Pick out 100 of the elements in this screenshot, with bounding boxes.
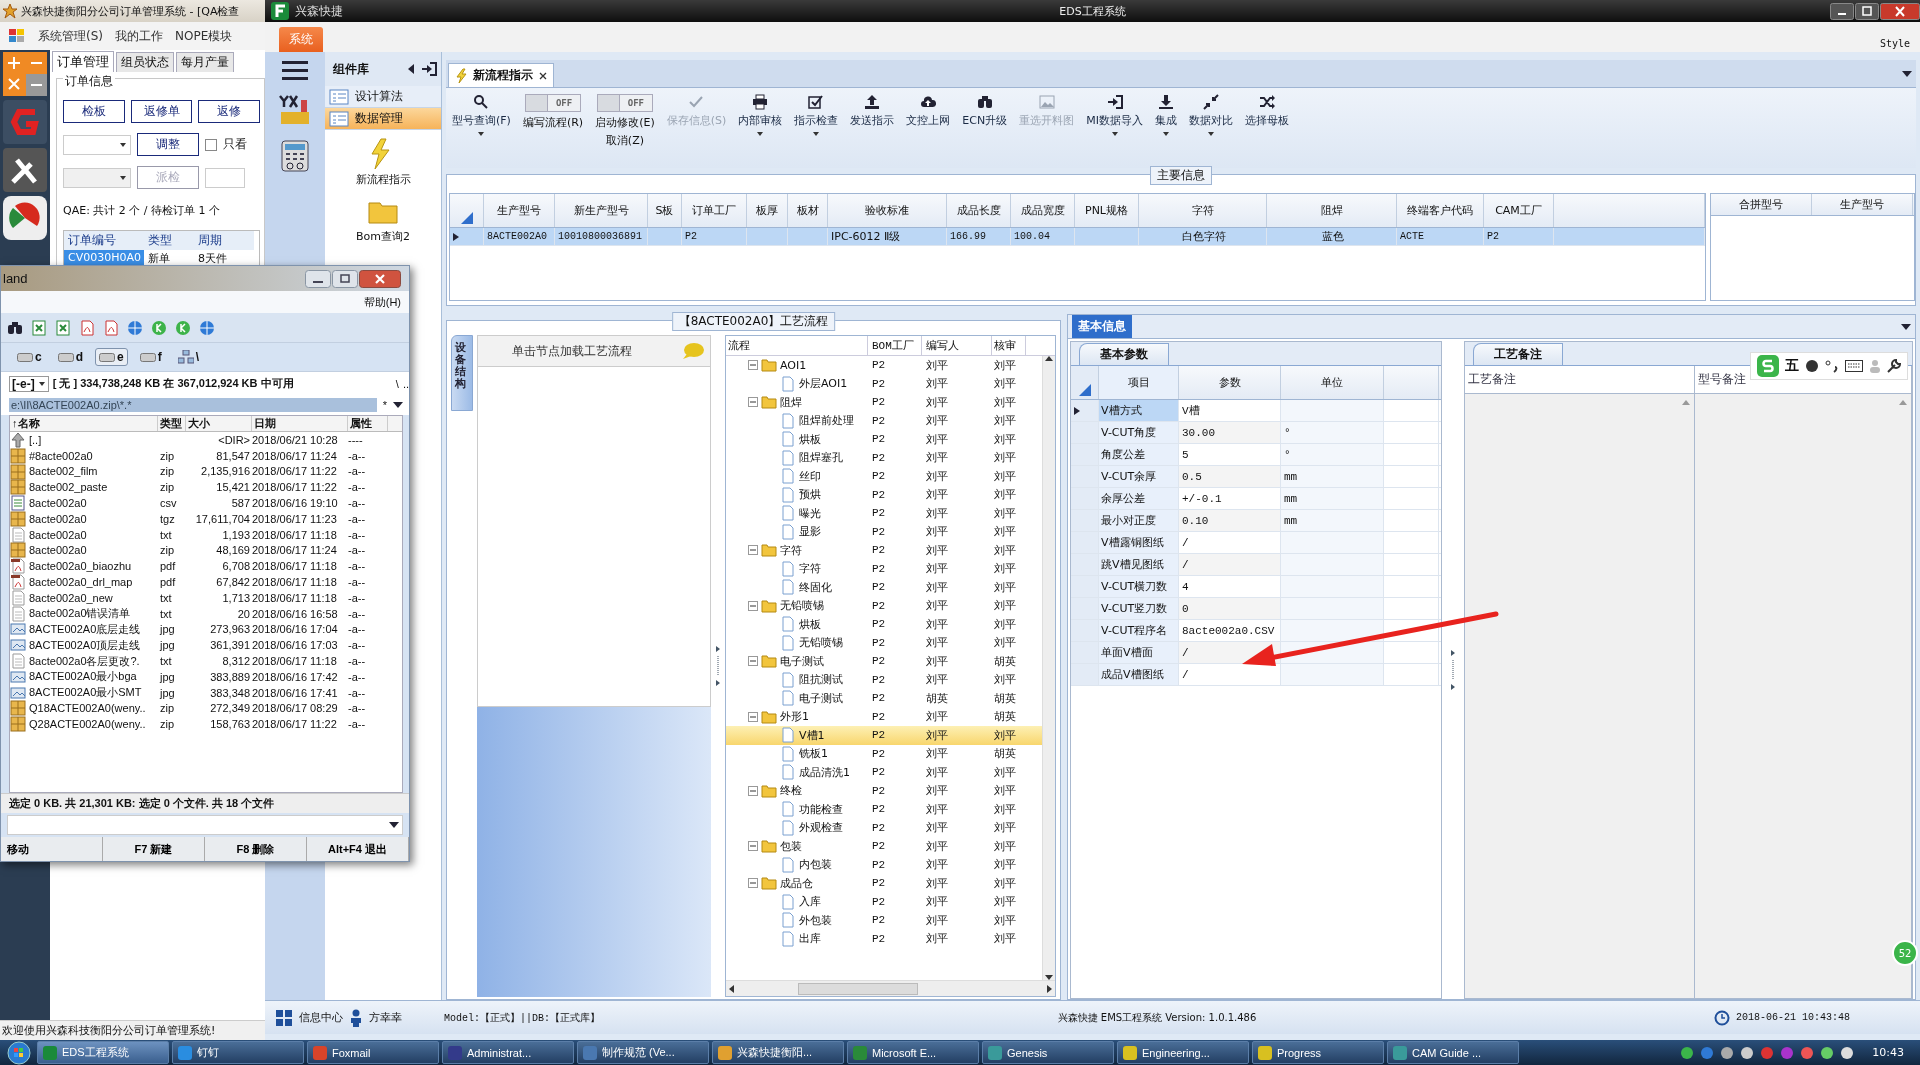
- column-header[interactable]: 板材: [788, 194, 828, 227]
- tree-row[interactable]: 成品清洗1 P2 刘平 刘平: [726, 763, 1042, 782]
- taskbar-button[interactable]: EDS工程系统: [37, 1041, 169, 1064]
- file-row[interactable]: 8acte002a0各层更改?. txt 8,312 2018/06/17 11:18 -a--: [10, 653, 402, 669]
- caret-down-icon[interactable]: [393, 402, 403, 408]
- file-row[interactable]: Q18ACTE002A0(weny.. zip 272,349 2018/06/17 08:29 -a--: [10, 700, 402, 717]
- menu-item[interactable]: 系统管理(S): [38, 27, 103, 45]
- collapse-icon[interactable]: [748, 785, 758, 796]
- close-icon[interactable]: [1880, 2, 1920, 20]
- tree-row[interactable]: V槽1 P2 刘平 刘平: [726, 726, 1042, 745]
- vertical-tab[interactable]: 设备结构: [451, 335, 473, 412]
- column-header[interactable]: 核审: [992, 336, 1026, 355]
- path-field[interactable]: e:\II\8ACTE002A0.zip\*.*: [9, 398, 377, 412]
- tree-row[interactable]: 显影 P2 刘平 刘平: [726, 522, 1042, 541]
- k-circle-icon[interactable]: [175, 319, 191, 336]
- tree-row[interactable]: 电子测试 P2 刘平 胡英: [726, 652, 1042, 671]
- collapse-icon[interactable]: [748, 656, 758, 667]
- file-row[interactable]: 8acte002a0 txt 1,193 2018/06/17 11:18 -a--: [10, 526, 402, 543]
- grid-icon[interactable]: [275, 1008, 293, 1027]
- sign-in-icon[interactable]: [421, 61, 437, 77]
- file-row[interactable]: 8acte002a0_new txt 1,713 2018/06/17 11:18 -a--: [10, 589, 402, 606]
- person-icon[interactable]: [1869, 359, 1881, 373]
- splitter-icon[interactable]: [1451, 650, 1455, 690]
- column-header[interactable]: 合拼型号: [1711, 194, 1812, 215]
- column-header[interactable]: ↑名称: [10, 416, 158, 431]
- tree-row[interactable]: 曝光 P2 刘平 刘平: [726, 504, 1042, 523]
- caret-down-icon[interactable]: [1901, 323, 1911, 330]
- tree-row[interactable]: 烘板 P2 刘平 刘平: [726, 615, 1042, 634]
- taskbar-button[interactable]: Progress: [1252, 1041, 1384, 1064]
- binoculars-icon[interactable]: [7, 319, 23, 336]
- column-header[interactable]: 成品宽度: [1011, 194, 1075, 227]
- tool-button[interactable]: 新流程指示: [325, 138, 441, 187]
- caret-left-icon[interactable]: [407, 63, 415, 75]
- file-row[interactable]: 8ACTE002A0最小bga jpg 383,889 2018/06/16 17:42 -a--: [10, 668, 402, 685]
- column-header[interactable]: 单位: [1281, 366, 1384, 399]
- column-header[interactable]: 板厚: [747, 194, 788, 227]
- tree-row[interactable]: 字符 P2 刘平 刘平: [726, 541, 1042, 560]
- tree-row[interactable]: 终检 P2 刘平 刘平: [726, 781, 1042, 800]
- menu-item[interactable]: 我的工作: [115, 27, 163, 45]
- maximize-icon[interactable]: [1855, 2, 1879, 20]
- file-row[interactable]: 8acte002a0错误清单 txt 20 2018/06/16 16:58 -a--: [10, 605, 402, 622]
- tab[interactable]: 工艺备注: [1473, 343, 1563, 365]
- calculator-icon[interactable]: [280, 140, 310, 172]
- globe-icon[interactable]: [199, 319, 215, 336]
- checkbox[interactable]: [205, 138, 217, 151]
- collapse-icon[interactable]: [748, 711, 758, 722]
- column-header[interactable]: 日期: [252, 416, 348, 431]
- row-header-cell[interactable]: [1071, 664, 1099, 685]
- close-icon[interactable]: [359, 269, 401, 288]
- file-row[interactable]: 8ACTE002A0底层走线 jpg 273,963 2018/06/16 17:04 -a--: [10, 621, 402, 638]
- tree-row[interactable]: 电子测试 P2 胡英 胡英: [726, 689, 1042, 708]
- taskbar-button[interactable]: Foxmail: [307, 1041, 439, 1064]
- row-header-cell[interactable]: [1071, 532, 1099, 553]
- file-row[interactable]: 8acte002a0_biaozhu pdf 6,708 2018/06/17 11:18 -a--: [10, 558, 402, 575]
- keyboard-icon[interactable]: [1845, 360, 1863, 372]
- maximize-icon[interactable]: [332, 269, 358, 288]
- tree-row[interactable]: 丝印 P2 刘平 刘平: [726, 467, 1042, 486]
- column-header[interactable]: 工艺备注: [1465, 366, 1694, 394]
- column-header[interactable]: 流程: [726, 336, 868, 355]
- toolbar-button[interactable]: 文控上网: [902, 92, 955, 130]
- action-button[interactable]: 返修: [198, 100, 260, 123]
- column-header[interactable]: 类型: [144, 231, 194, 250]
- column-header[interactable]: S板: [648, 194, 682, 227]
- tree-row[interactable]: 内包装 P2 刘平 刘平: [726, 855, 1042, 874]
- row-header-cell[interactable]: [1071, 554, 1099, 575]
- globe-icon[interactable]: [127, 319, 143, 336]
- taskbar-button[interactable]: 兴森快捷衡阳...: [712, 1041, 844, 1064]
- tab[interactable]: 基本信息: [1072, 315, 1132, 338]
- menu-icon[interactable]: [282, 60, 308, 80]
- tree-row[interactable]: AOI1 P2 刘平 刘平: [726, 356, 1042, 375]
- drive-dropdown[interactable]: [-e-]: [9, 375, 49, 392]
- tree-row[interactable]: 包装 P2 刘平 刘平: [726, 837, 1042, 856]
- collapse-icon[interactable]: [748, 545, 758, 556]
- s-logo-icon[interactable]: [1757, 355, 1779, 377]
- column-header[interactable]: 新生产型号: [555, 194, 648, 227]
- file-row[interactable]: 8ACTE002A0最小SMT jpg 383,348 2018/06/16 17:41 -a--: [10, 684, 402, 701]
- toolbar-button[interactable]: 型号查询(F): [448, 92, 515, 139]
- row-header-cell[interactable]: [1071, 510, 1099, 531]
- factory-icon[interactable]: [279, 94, 311, 126]
- taskbar-button[interactable]: Engineering...: [1117, 1041, 1249, 1064]
- row-header-cell[interactable]: [1071, 400, 1099, 421]
- tree-row[interactable]: 阻抗测试 P2 刘平 刘平: [726, 670, 1042, 689]
- tree-row[interactable]: 出库 P2 刘平 刘平: [726, 929, 1042, 948]
- action-button[interactable]: 返修单: [130, 100, 193, 123]
- column-header[interactable]: 订单工厂: [682, 194, 747, 227]
- file-row[interactable]: 8acte002a0 zip 48,169 2018/06/17 11:24 -a--: [10, 542, 402, 559]
- wrench-icon[interactable]: [1887, 359, 1901, 373]
- tree-row[interactable]: 功能检查 P2 刘平 刘平: [726, 800, 1042, 819]
- tree-row[interactable]: 外包装 P2 刘平 刘平: [726, 911, 1042, 930]
- document-tab[interactable]: 新流程指示: [448, 63, 554, 87]
- column-header[interactable]: 生产型号: [1812, 194, 1913, 215]
- taskbar-button[interactable]: Administrat...: [442, 1041, 574, 1064]
- column-header[interactable]: 成品长度: [947, 194, 1011, 227]
- function-key-button[interactable]: F7 新建: [103, 837, 205, 861]
- tray-icon[interactable]: [1680, 1045, 1695, 1060]
- tree-row[interactable]: 外观检查 P2 刘平 刘平: [726, 818, 1042, 837]
- toolbar-button[interactable]: 指示检查: [790, 92, 843, 139]
- tab[interactable]: 每月产量: [176, 52, 234, 72]
- tray-icon[interactable]: [1820, 1045, 1835, 1060]
- column-header[interactable]: 大小: [186, 416, 252, 431]
